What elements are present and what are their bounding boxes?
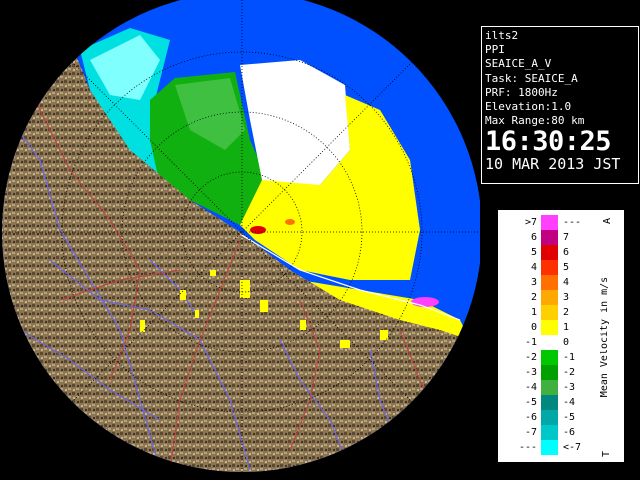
legend-lower-bound: -5 — [524, 397, 537, 408]
legend-upper-bound: 4 — [563, 277, 570, 288]
legend-axis-title: Mean Velocity in m/s — [600, 277, 610, 397]
legend-swatch — [541, 215, 558, 230]
legend-lower-bound: 2 — [530, 292, 537, 303]
echo-magenta-spot — [411, 297, 439, 307]
legend-upper-bound: -3 — [563, 382, 576, 393]
scan-date: 10 MAR 2013 JST — [485, 155, 621, 174]
legend-lower-bound: -2 — [524, 352, 537, 363]
prf-value: PRF: 1800Hz — [485, 85, 558, 99]
legend-upper-bound: 0 — [563, 337, 570, 348]
legend-upper-bound: 5 — [563, 262, 570, 273]
legend-swatch — [541, 425, 558, 440]
product-type: PPI — [485, 43, 505, 57]
legend-axis-labels: A Mean Velocity in m/s T — [600, 218, 613, 457]
legend-bottom-letter: T — [601, 451, 612, 457]
legend-lower-bound: -7 — [524, 427, 537, 438]
task-name: Task: SEAICE_A — [485, 71, 578, 85]
legend-swatch — [541, 230, 558, 245]
legend-upper-bound: --- — [563, 217, 582, 228]
scan-name: SEAICE_A_V — [485, 57, 552, 71]
radar-ppi-display[interactable] — [0, 0, 480, 480]
legend-swatch — [541, 320, 558, 335]
legend-upper-bound: 1 — [563, 322, 570, 333]
legend-swatch — [541, 365, 558, 380]
legend-upper-bound: 2 — [563, 307, 570, 318]
scan-info-panel: ilts2 PPI SEAICE_A_V Task: SEAICE_A PRF:… — [481, 26, 639, 184]
legend-lower-bound: 0 — [530, 322, 537, 333]
site-name: ilts2 — [485, 29, 519, 42]
legend-lower-bound: 4 — [530, 262, 537, 273]
legend-lower-bound: 6 — [530, 232, 537, 243]
legend-swatch — [541, 290, 558, 305]
legend-upper-bound: -4 — [563, 397, 576, 408]
legend-swatch — [541, 410, 558, 425]
echo-red-spot — [250, 226, 266, 234]
legend-upper-bound: -5 — [563, 412, 576, 423]
legend-swatch — [541, 245, 558, 260]
legend-upper-bound: -1 — [563, 352, 576, 363]
legend-swatch — [541, 350, 558, 365]
legend-lower-bound: >7 — [524, 217, 537, 228]
legend-swatch — [541, 380, 558, 395]
echo-orange-spot — [285, 219, 295, 225]
legend-upper-bound: <-7 — [563, 442, 582, 453]
legend-lower-bound: -6 — [524, 412, 537, 423]
legend-lower-bound: -1 — [524, 337, 537, 348]
legend-swatch — [541, 260, 558, 275]
scan-time: 16:30:25 — [485, 126, 612, 158]
legend-lower-bound: --- — [518, 442, 537, 453]
legend-lower-bound: 5 — [530, 247, 537, 258]
legend-upper-bound: 6 — [563, 247, 570, 258]
legend-lower-bound: 3 — [530, 277, 537, 288]
legend-swatch — [541, 440, 558, 455]
legend-upper-bound: -6 — [563, 427, 576, 438]
legend-lower-bound: -3 — [524, 367, 537, 378]
legend-top-letter: A — [602, 218, 613, 224]
legend-swatch — [541, 395, 558, 410]
legend-upper-bound: 7 — [563, 232, 570, 243]
legend-lower-bound: 1 — [530, 307, 537, 318]
legend-lower-bound: -4 — [524, 382, 537, 393]
elevation-value: Elevation:1.0 — [485, 100, 572, 114]
legend-upper-bound: -2 — [563, 367, 576, 378]
legend-swatch — [541, 335, 558, 350]
legend-swatch — [541, 305, 558, 320]
legend-swatch — [541, 275, 558, 290]
legend-upper-bound: 3 — [563, 292, 570, 303]
